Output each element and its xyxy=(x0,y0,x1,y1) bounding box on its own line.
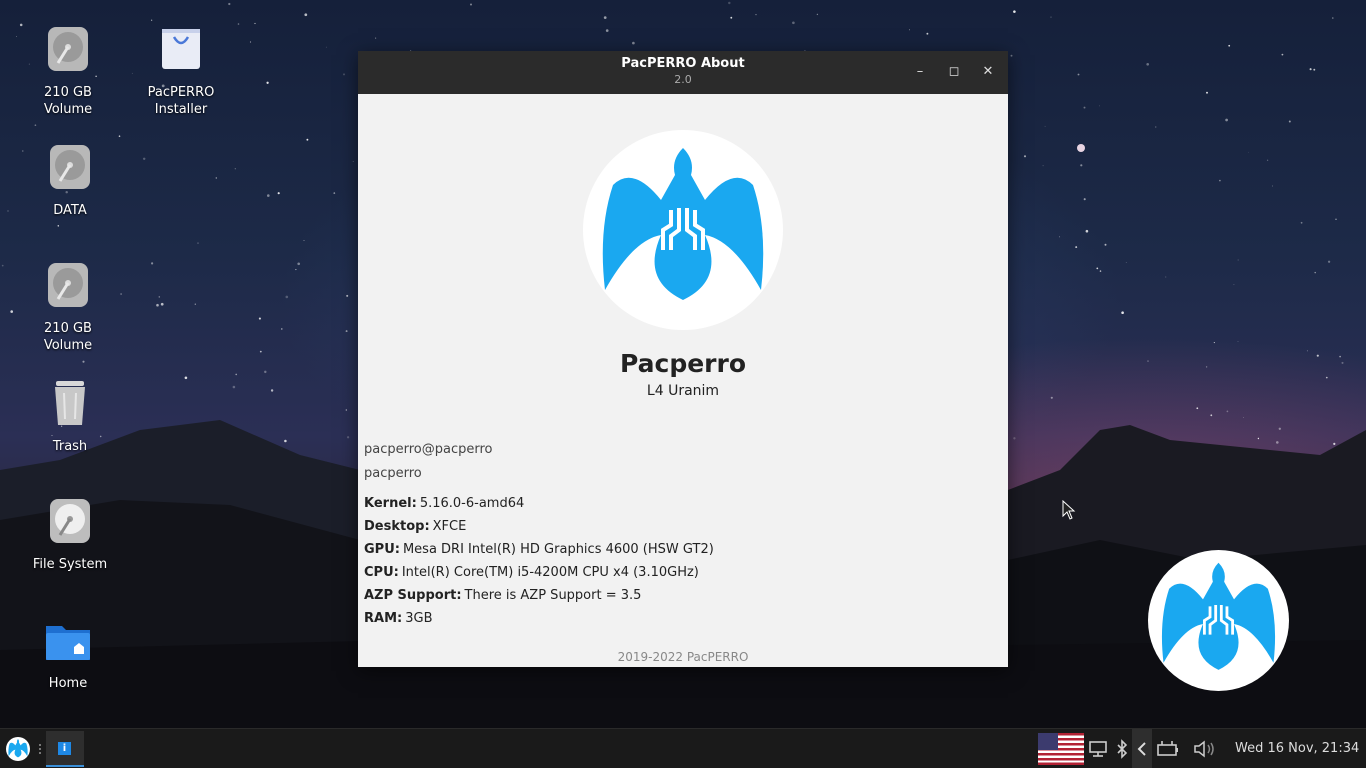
clock[interactable]: Wed 16 Nov, 21:34 xyxy=(1235,729,1359,768)
info-value: 3GB xyxy=(405,611,433,626)
desktop-icon-label: DATA xyxy=(53,203,87,218)
close-button[interactable]: ✕ xyxy=(977,62,999,82)
minimize-button[interactable]: – xyxy=(909,62,931,82)
info-key: CPU: xyxy=(364,565,399,580)
maximize-button[interactable]: ◻ xyxy=(943,62,965,82)
window-titlebar[interactable]: PacPERRO About 2.0 – ◻ ✕ xyxy=(358,51,1008,94)
desktop-icon-label: Home xyxy=(48,676,88,691)
info-row-desktop: Desktop: XFCE xyxy=(364,518,714,541)
info-value: There is AZP Support = 3.5 xyxy=(464,588,642,603)
pacperro-logo-icon xyxy=(1161,562,1276,670)
desktop-icon-label: Trash xyxy=(52,439,88,454)
user-host: pacperro@pacperro xyxy=(364,442,493,457)
info-row-kernel: Kernel: 5.16.0-6-amd64 xyxy=(364,495,714,518)
copyright: 2019-2022 PacPERRO xyxy=(617,650,749,664)
pacperro-logo-icon xyxy=(602,148,764,300)
panel-handle-icon[interactable] xyxy=(38,743,42,755)
info-key: Desktop: xyxy=(364,519,430,534)
hard-drive-icon xyxy=(50,499,90,543)
bluetooth-icon[interactable] xyxy=(1112,739,1132,759)
shopping-bag-icon xyxy=(162,29,200,69)
info-key: RAM: xyxy=(364,611,403,626)
desktop-icon-trash[interactable]: Trash xyxy=(20,379,120,455)
desktop-icon-volume-1[interactable]: 210 GB Volume xyxy=(18,25,118,118)
whisker-menu-button[interactable] xyxy=(6,737,30,761)
info-key: AZP Support: xyxy=(364,588,462,603)
info-value: 5.16.0-6-amd64 xyxy=(419,496,525,511)
volume-icon[interactable] xyxy=(1193,739,1219,759)
pacperro-logo-icon xyxy=(8,739,28,758)
desktop-icon-installer[interactable]: PacPERRO Installer xyxy=(131,25,231,118)
info-row-gpu: GPU: Mesa DRI Intel(R) HD Graphics 4600 (… xyxy=(364,541,714,564)
distro-logo xyxy=(583,130,783,330)
desktop-icon-label: 210 GB Volume xyxy=(43,85,93,117)
desktop-icon-volume-2[interactable]: 210 GB Volume xyxy=(18,261,118,354)
info-key: GPU: xyxy=(364,542,400,557)
info-icon: i xyxy=(58,742,71,755)
home-folder-icon xyxy=(46,626,90,660)
info-row-azp-support: AZP Support: There is AZP Support = 3.5 xyxy=(364,587,714,610)
distro-version: L4 Uranim xyxy=(646,383,720,399)
info-value: XFCE xyxy=(432,519,467,534)
desktop-icon-home[interactable]: Home xyxy=(18,616,118,692)
network-icon[interactable] xyxy=(1088,739,1108,759)
desktop-icon-label: File System xyxy=(32,557,108,572)
info-row-ram: RAM: 3GB xyxy=(364,610,714,633)
taskbar: i Wed 16 Nov, 21:34 xyxy=(0,728,1366,768)
pacperro-desktop-logo xyxy=(1148,550,1289,691)
distro-name: Pacperro xyxy=(619,349,747,378)
system-info-list: Kernel: 5.16.0-6-amd64 Desktop: XFCE GPU: M… xyxy=(364,495,714,633)
taskbar-item-about[interactable]: i xyxy=(46,731,84,767)
collapse-arrow-icon[interactable] xyxy=(1132,729,1152,768)
mouse-cursor-icon xyxy=(1062,500,1076,520)
desktop-icon-label: 210 GB Volume xyxy=(43,321,93,353)
username: pacperro xyxy=(364,466,422,481)
desktop-icon-label: PacPERRO Installer xyxy=(147,85,215,117)
info-value: Intel(R) Core(TM) i5-4200M CPU x4 (3.10G… xyxy=(401,565,699,580)
info-key: Kernel: xyxy=(364,496,417,511)
trash-icon xyxy=(55,381,85,425)
us-flag-icon[interactable] xyxy=(1038,733,1084,765)
hard-drive-icon xyxy=(50,145,90,189)
hard-drive-icon xyxy=(48,263,88,307)
about-window: PacPERRO About 2.0 – ◻ ✕ Pacperro L4 Ura… xyxy=(358,51,1008,667)
hard-drive-icon xyxy=(48,27,88,71)
info-value: Mesa DRI Intel(R) HD Graphics 4600 (HSW … xyxy=(402,542,714,557)
battery-icon[interactable] xyxy=(1156,739,1180,759)
info-row-cpu: CPU: Intel(R) Core(TM) i5-4200M CPU x4 (3… xyxy=(364,564,714,587)
desktop-icon-data[interactable]: DATA xyxy=(20,143,120,219)
desktop-icon-file-system[interactable]: File System xyxy=(20,497,120,573)
